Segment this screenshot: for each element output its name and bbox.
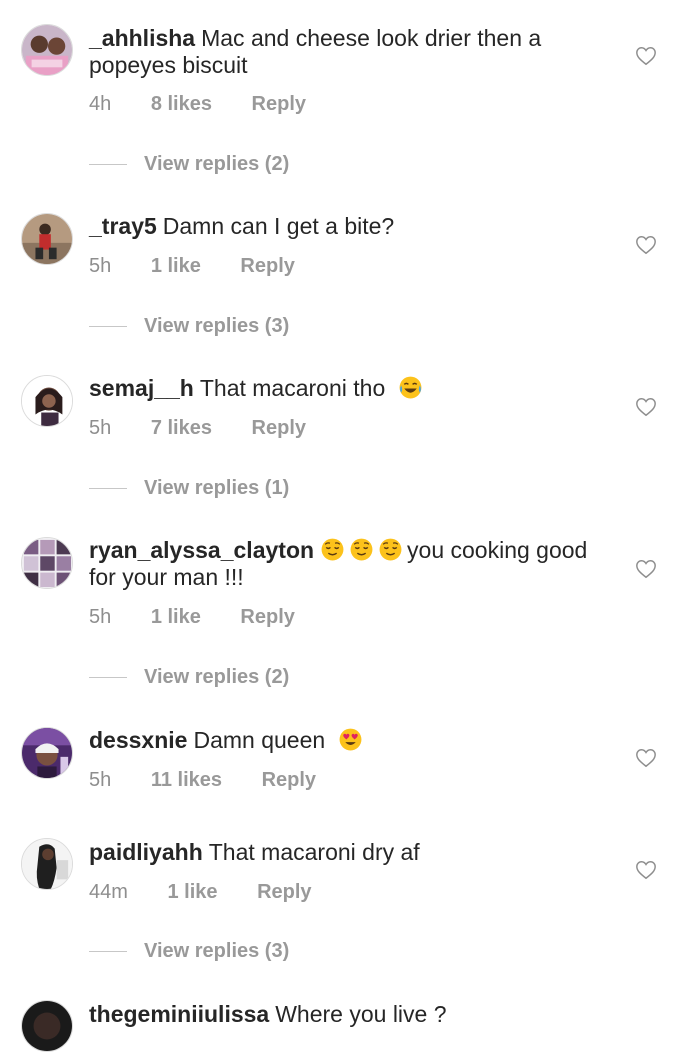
comment-text: _tray5 Damn can I get a bite?	[89, 213, 609, 240]
view-replies-label[interactable]: View replies (2)	[144, 153, 289, 175]
reply-button[interactable]: Reply	[262, 769, 316, 791]
comment-meta: 5h 1 like Reply	[89, 605, 329, 629]
timestamp: 5h	[89, 417, 112, 439]
likes-count[interactable]: 7 likes	[151, 417, 212, 439]
reply-button[interactable]: Reply	[252, 417, 306, 439]
likes-count[interactable]: 1 like	[151, 255, 201, 277]
comment-text: ryan_alyssa_clayton you cooking good for …	[89, 537, 609, 591]
view-replies-label[interactable]: View replies (3)	[144, 315, 289, 337]
heart-eyes-face-icon	[339, 728, 361, 751]
relieved-face-icon	[350, 538, 373, 561]
username[interactable]: _tray5	[89, 213, 157, 239]
reply-button[interactable]: Reply	[240, 606, 294, 628]
timestamp: 44m	[89, 881, 128, 903]
comment-body: Where you live ?	[275, 1001, 447, 1027]
avatar[interactable]	[21, 1000, 73, 1052]
comment-text: semaj__h That macaroni tho	[89, 375, 609, 402]
divider-line	[89, 950, 127, 952]
heart-icon[interactable]	[635, 558, 657, 580]
username[interactable]: dessxnie	[89, 727, 187, 753]
view-replies-button[interactable]: View replies (1)	[89, 475, 289, 501]
divider-line	[89, 676, 127, 678]
likes-count[interactable]: 8 likes	[151, 93, 212, 115]
comment-body: Damn can I get a bite?	[162, 213, 395, 239]
relieved-face-icon	[379, 538, 402, 561]
comment-meta: 44m 1 like Reply	[89, 880, 346, 904]
view-replies-button[interactable]: View replies (2)	[89, 151, 289, 177]
avatar[interactable]	[21, 375, 73, 427]
view-replies-button[interactable]: View replies (2)	[89, 664, 289, 690]
avatar[interactable]	[21, 838, 73, 890]
heart-icon[interactable]	[635, 396, 657, 418]
likes-count[interactable]: 1 like	[151, 606, 201, 628]
view-replies-label[interactable]: View replies (3)	[144, 940, 289, 962]
comment-meta: 5h 11 likes Reply	[89, 768, 350, 792]
comment-meta: 4h 8 likes Reply	[89, 92, 340, 116]
likes-count[interactable]: 11 likes	[151, 769, 222, 791]
comment-text: paidliyahh That macaroni dry af	[89, 839, 609, 866]
divider-line	[89, 163, 127, 165]
heart-icon[interactable]	[635, 45, 657, 67]
avatar[interactable]	[21, 727, 73, 779]
timestamp: 5h	[89, 606, 112, 628]
username[interactable]: _ahhlisha	[89, 25, 195, 51]
comment-text: _ahhlisha Mac and cheese look drier then …	[89, 25, 609, 79]
comment-body: That macaroni dry af	[208, 839, 420, 865]
heart-icon[interactable]	[635, 234, 657, 256]
avatar[interactable]	[21, 24, 73, 76]
reply-button[interactable]: Reply	[252, 93, 306, 115]
comment-meta: 5h 7 likes Reply	[89, 416, 340, 440]
timestamp: 5h	[89, 255, 112, 277]
username[interactable]: thegeminiiulissa	[89, 1001, 269, 1027]
face-with-tears-of-joy-icon	[399, 376, 422, 399]
avatar[interactable]	[21, 213, 73, 265]
comment-text: dessxnie Damn queen	[89, 727, 609, 754]
username[interactable]: semaj__h	[89, 375, 194, 401]
reply-button[interactable]: Reply	[240, 255, 294, 277]
view-replies-button[interactable]: View replies (3)	[89, 938, 289, 964]
heart-icon[interactable]	[635, 859, 657, 881]
comment-body: Damn queen	[193, 727, 326, 753]
avatar[interactable]	[21, 537, 73, 589]
view-replies-label[interactable]: View replies (1)	[144, 477, 289, 499]
heart-icon[interactable]	[635, 747, 657, 769]
comment-meta: 5h 1 like Reply	[89, 254, 329, 278]
relieved-face-icon	[321, 538, 344, 561]
username[interactable]: ryan_alyssa_clayton	[89, 537, 314, 563]
reply-button[interactable]: Reply	[257, 881, 311, 903]
view-replies-button[interactable]: View replies (3)	[89, 313, 289, 339]
divider-line	[89, 487, 127, 489]
view-replies-label[interactable]: View replies (2)	[144, 666, 289, 688]
username[interactable]: paidliyahh	[89, 839, 203, 865]
comment-body: That macaroni tho	[199, 375, 386, 401]
timestamp: 5h	[89, 769, 112, 791]
timestamp: 4h	[89, 93, 112, 115]
likes-count[interactable]: 1 like	[167, 881, 217, 903]
divider-line	[89, 325, 127, 327]
